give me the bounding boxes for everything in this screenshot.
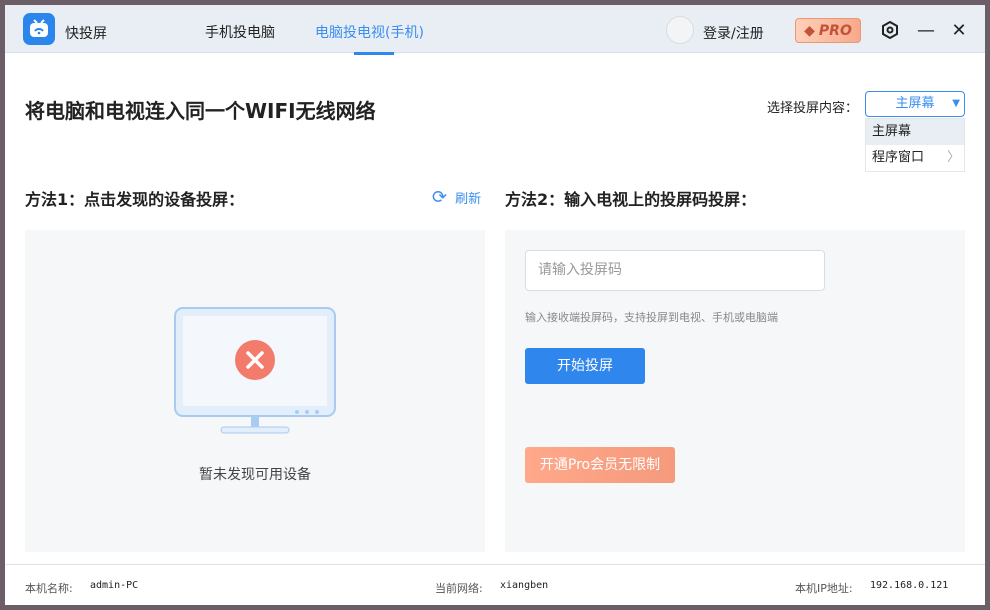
content-select[interactable]: 主屏幕 ▼ bbox=[865, 91, 965, 117]
network-label: 当前网络: bbox=[435, 582, 483, 595]
status-bar: 本机名称: admin-PC 当前网络: xiangben 本机IP地址: 19… bbox=[5, 564, 985, 605]
no-device-monitor-icon bbox=[174, 307, 336, 434]
login-register-link[interactable]: 登录/注册 bbox=[703, 23, 764, 43]
title-bar: 快投屏 手机投电脑 电脑投电视(手机) 登录/注册 ◆ PRO — ✕ bbox=[5, 5, 985, 55]
app-window: 快投屏 手机投电脑 电脑投电视(手机) 登录/注册 ◆ PRO — ✕ 将电脑和电… bbox=[5, 5, 985, 605]
page-title: 将电脑和电视连入同一个WIFI无线网络 bbox=[25, 99, 376, 123]
method2-title: 方法2：输入电视上的投屏码投屏： bbox=[505, 190, 757, 209]
cast-code-input[interactable]: 请输入投屏码 bbox=[525, 250, 825, 291]
device-list-panel: 暂未发现可用设备 bbox=[25, 230, 485, 552]
host-label: 本机名称: bbox=[25, 582, 73, 595]
code-panel: 请输入投屏码 输入接收端投屏码，支持投屏到电视、手机或电脑端 开始投屏 开通Pr… bbox=[505, 230, 965, 552]
dropdown-item-program-window[interactable]: 程序窗口 〉 bbox=[866, 145, 964, 171]
item-label: 程序窗口 bbox=[872, 150, 925, 165]
refresh-icon: ⟳ bbox=[432, 187, 448, 208]
pro-button[interactable]: ◆ PRO bbox=[795, 18, 861, 43]
refresh-label: 刷新 bbox=[455, 192, 482, 207]
pro-label: PRO bbox=[818, 22, 852, 39]
cast-code-hint: 输入接收端投屏码，支持投屏到电视、手机或电脑端 bbox=[525, 311, 778, 324]
host-value: admin-PC bbox=[90, 580, 139, 591]
avatar[interactable] bbox=[666, 16, 694, 44]
ip-value: 192.168.0.121 bbox=[870, 580, 949, 591]
start-cast-button[interactable]: 开始投屏 bbox=[525, 348, 645, 384]
network-value: xiangben bbox=[500, 580, 549, 591]
diamond-icon: ◆ bbox=[804, 22, 815, 39]
method1-title: 方法1：点击发现的设备投屏： bbox=[25, 190, 245, 209]
app-logo-icon bbox=[23, 13, 55, 45]
tab-pc-to-tv[interactable]: 电脑投电视(手机) bbox=[315, 22, 424, 55]
pro-unlimited-button[interactable]: 开通Pro会员无限制 bbox=[525, 447, 675, 483]
caret-down-icon: ▼ bbox=[952, 98, 960, 109]
tab-phone-to-pc[interactable]: 手机投电脑 bbox=[205, 22, 275, 42]
chevron-right-icon: 〉 bbox=[946, 150, 960, 165]
item-label: 主屏幕 bbox=[872, 124, 912, 139]
refresh-button[interactable]: ⟳ 刷新 bbox=[432, 187, 481, 208]
empty-message: 暂未发现可用设备 bbox=[199, 467, 311, 483]
select-value: 主屏幕 bbox=[895, 96, 935, 111]
settings-icon[interactable] bbox=[879, 19, 901, 41]
app-name: 快投屏 bbox=[65, 26, 107, 42]
content-dropdown: 主屏幕 程序窗口 〉 bbox=[865, 118, 965, 172]
close-icon[interactable]: ✕ bbox=[948, 19, 970, 41]
ip-label: 本机IP地址: bbox=[795, 582, 853, 595]
dropdown-item-main-screen[interactable]: 主屏幕 bbox=[866, 119, 964, 145]
minimize-icon[interactable]: — bbox=[915, 19, 937, 41]
select-content-label: 选择投屏内容： bbox=[767, 101, 859, 116]
